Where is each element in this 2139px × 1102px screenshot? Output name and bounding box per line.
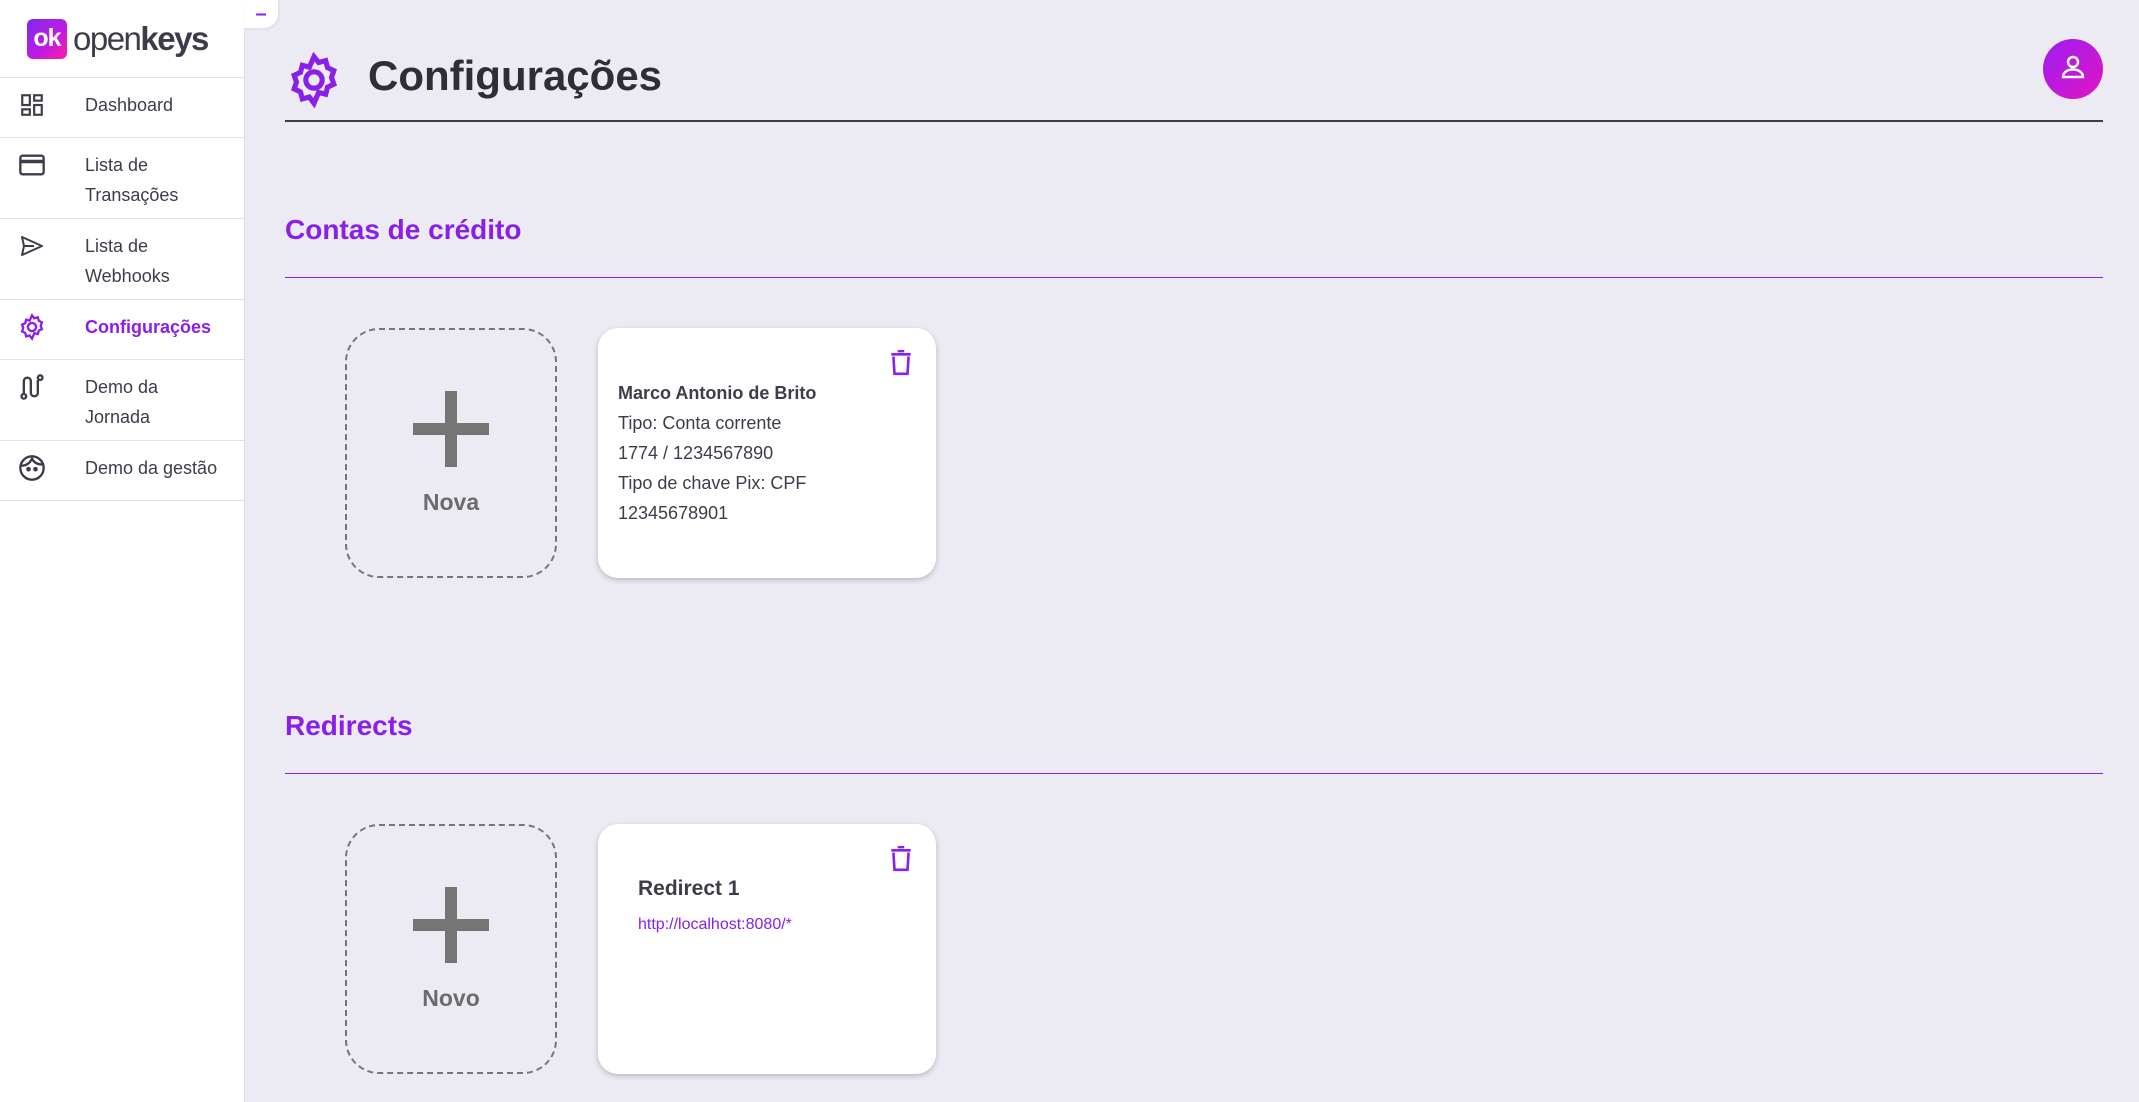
sidebar-item-label: Demo da gestão — [85, 458, 218, 478]
sidebar-item-management-demo[interactable]: Demo da gestão — [0, 441, 244, 501]
section-divider — [285, 773, 2103, 774]
credit-account-details: Marco Antonio de Brito Tipo: Conta corre… — [618, 378, 816, 528]
plus-icon — [413, 886, 489, 963]
send-icon — [17, 231, 47, 261]
new-label: Novo — [422, 984, 480, 1011]
pix-key-type: Tipo de chave Pix: CPF — [618, 473, 807, 493]
sidebar-item-journey-demo[interactable]: Demo da Jornada — [0, 360, 244, 441]
pix-key: 12345678901 — [618, 503, 729, 523]
account-holder-name: Marco Antonio de Brito — [618, 383, 817, 403]
delete-credit-account-button[interactable] — [890, 349, 912, 381]
sidebar-item-label: Demo da Jornada — [85, 377, 159, 427]
credit-accounts-title: Contas de crédito — [285, 214, 522, 245]
redirect-url-link[interactable]: http://localhost:8080/* — [638, 916, 792, 934]
logo-text-bold: keys — [140, 19, 209, 57]
new-label: Nova — [422, 488, 480, 515]
dashboard-icon — [17, 90, 47, 120]
sidebar-item-dashboard[interactable]: Dashboard — [0, 78, 244, 138]
sidebar-item-settings[interactable]: Configurações — [0, 300, 244, 360]
delete-redirect-button[interactable] — [890, 845, 912, 877]
redirect-name: Redirect 1 — [638, 877, 740, 900]
sidebar-item-label: Lista de Transações — [85, 155, 179, 205]
gear-icon — [286, 51, 342, 113]
main-content: Configurações — [285, 0, 2103, 122]
user-avatar-button[interactable] — [2043, 39, 2103, 99]
new-credit-account-button[interactable]: Nova — [345, 328, 557, 578]
collapse-sidebar-button[interactable]: – — [244, 0, 278, 28]
face-icon — [17, 453, 47, 483]
account-number: 1774 / 1234567890 — [618, 443, 774, 463]
logo-text-light: open — [73, 19, 142, 57]
page-header: Configurações — [285, 0, 2103, 122]
sidebar-item-label: Dashboard — [85, 95, 174, 115]
user-icon — [2058, 52, 2088, 87]
sidebar: ok openkeys Dashboard Lista de Transaçõe… — [0, 0, 245, 1102]
plus-icon — [413, 390, 489, 467]
sidebar-item-webhooks[interactable]: Lista de Webhooks — [0, 219, 244, 300]
page-title: Configurações — [368, 52, 663, 99]
gear-icon — [17, 312, 47, 342]
sidebar-item-label: Configurações — [85, 317, 212, 337]
credit-account-card: Marco Antonio de Brito Tipo: Conta corre… — [598, 328, 936, 578]
sidebar-item-transactions[interactable]: Lista de Transações — [0, 138, 244, 219]
route-icon — [17, 372, 47, 402]
redirect-card: Redirect 1 http://localhost:8080/* — [598, 824, 936, 1074]
section-divider — [285, 277, 2103, 278]
credit-card-icon — [17, 150, 47, 180]
sidebar-item-label: Lista de Webhooks — [85, 236, 170, 286]
logo-mark: ok — [27, 18, 67, 59]
new-redirect-button[interactable]: Novo — [345, 824, 557, 1074]
logo-text: openkeys — [73, 19, 209, 58]
redirects-title: Redirects — [285, 710, 413, 741]
account-type: Tipo: Conta corrente — [618, 413, 782, 433]
logo[interactable]: ok openkeys — [0, 0, 244, 78]
